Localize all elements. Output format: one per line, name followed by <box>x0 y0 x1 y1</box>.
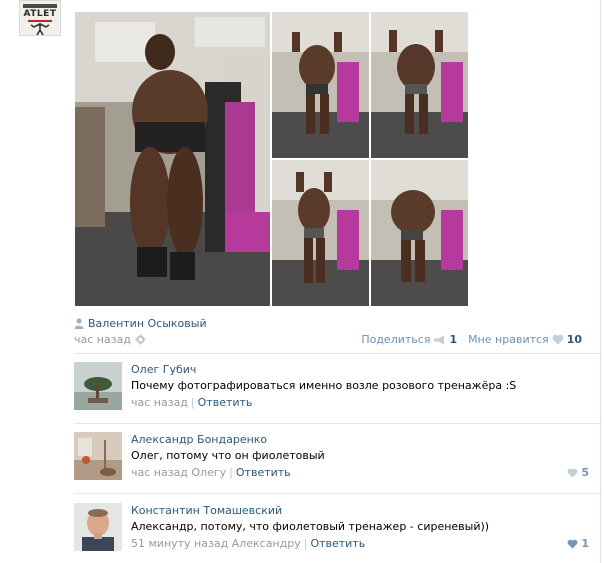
photo-back-double-biceps[interactable] <box>371 12 468 158</box>
comment-meta: 51 минуту назад Александру | Ответить <box>131 537 365 550</box>
photo-main[interactable] <box>75 12 270 306</box>
group-avatar[interactable]: ATLET <box>19 0 61 36</box>
gear-icon[interactable] <box>135 334 146 345</box>
comment-time[interactable]: час назад <box>131 396 188 409</box>
comment-meta: час назад | Ответить <box>131 396 252 409</box>
reply-button[interactable]: Ответить <box>236 466 291 479</box>
post-actions: Поделиться 1 Мне нравится 10 <box>361 333 582 346</box>
post-author: Валентин Осыковый <box>74 317 207 330</box>
comment-reply-to[interactable]: Александру <box>232 537 301 550</box>
reply-button[interactable]: Ответить <box>198 396 253 409</box>
divider <box>74 493 602 494</box>
share-label: Поделиться <box>361 333 431 346</box>
comment-author[interactable]: Константин Томашевский <box>131 504 282 517</box>
divider <box>74 353 602 354</box>
comment-item: Олег Губич Почему фотографироваться имен… <box>74 362 589 412</box>
like-count: 10 <box>566 333 582 346</box>
heart-icon <box>552 334 564 345</box>
meta-separator: | <box>229 466 233 479</box>
comment-avatar[interactable] <box>74 503 122 551</box>
comment-time[interactable]: час назад <box>131 466 188 479</box>
comment-text: Олег, потому что он фиолетовый <box>131 449 325 462</box>
comment-like-button[interactable]: 5 <box>567 466 589 479</box>
post-time[interactable]: час назад <box>74 333 131 346</box>
comment-author[interactable]: Александр Бондаренко <box>131 433 267 446</box>
comment-meta: час назад Олегу | Ответить <box>131 466 291 479</box>
comment-text: Александр, потому, что фиолетовый тренаж… <box>131 520 490 533</box>
photo-most-muscular[interactable] <box>371 160 468 306</box>
meta-separator: | <box>303 537 308 550</box>
comment-reply-to[interactable]: Олегу <box>191 466 226 479</box>
comment-like-count: 1 <box>581 537 589 550</box>
post-time-row: час назад <box>74 333 146 346</box>
post-author-name[interactable]: Валентин Осыковый <box>88 317 207 330</box>
photo-front-double-biceps[interactable] <box>272 12 369 158</box>
comment-like-button[interactable]: 1 <box>567 537 589 550</box>
comment-avatar[interactable] <box>74 432 122 480</box>
comment-author[interactable]: Олег Губич <box>131 363 196 376</box>
comment-avatar[interactable] <box>74 362 122 410</box>
comment-like-count: 5 <box>581 466 589 479</box>
megaphone-icon <box>434 335 445 344</box>
comment-text: Почему фотографироваться именно возле ро… <box>131 379 517 392</box>
comment-item: Константин Томашевский Александр, потому… <box>74 503 589 553</box>
meta-separator: | <box>190 396 195 409</box>
heart-icon <box>567 539 578 549</box>
group-logo-text: ATLET <box>23 9 57 19</box>
logo-stripe <box>23 4 57 8</box>
photo-abs-thigh[interactable] <box>272 160 369 306</box>
like-label: Мне нравится <box>468 333 549 346</box>
comment-item: Александр Бондаренко Олег, потому что он… <box>74 432 589 482</box>
like-button[interactable]: Мне нравится 10 <box>468 333 582 346</box>
user-icon <box>74 318 84 329</box>
reply-button[interactable]: Ответить <box>310 537 365 550</box>
page-border <box>600 0 601 563</box>
logo-figure-icon <box>30 23 50 35</box>
heart-icon <box>567 468 578 478</box>
divider <box>74 423 602 424</box>
share-button[interactable]: Поделиться 1 <box>361 333 457 346</box>
share-count: 1 <box>449 333 458 346</box>
comment-time[interactable]: 51 минуту назад <box>131 537 228 550</box>
logo-underline <box>28 20 52 22</box>
